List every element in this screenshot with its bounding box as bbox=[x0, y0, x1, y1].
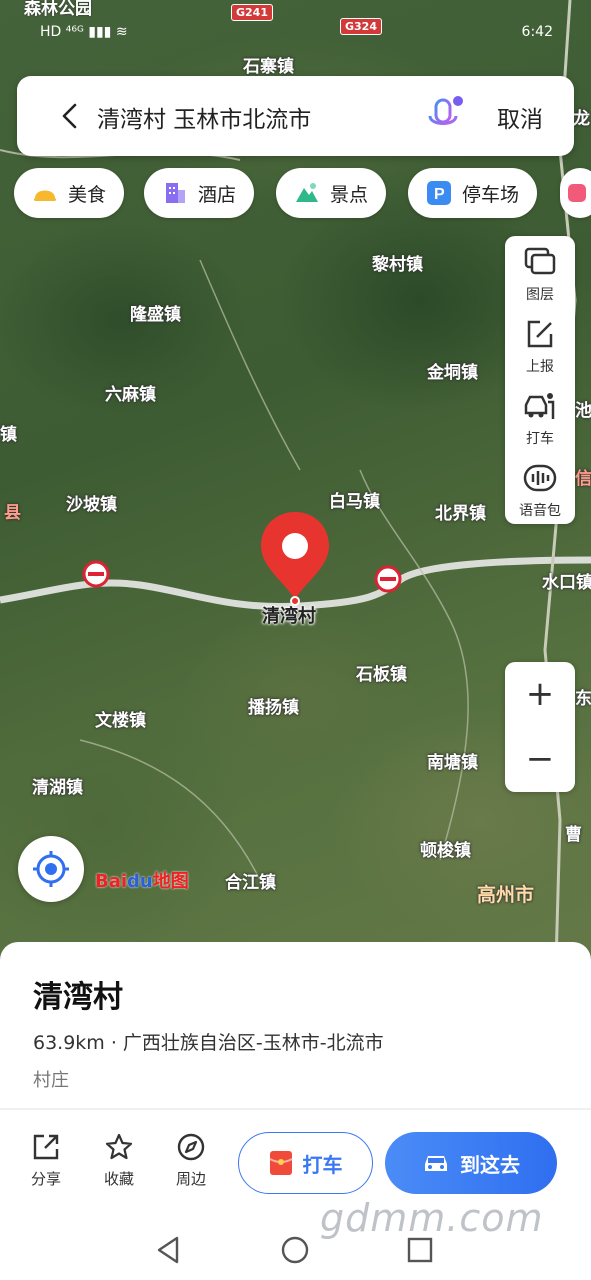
place-label[interactable]: 金垌镇 bbox=[427, 358, 478, 383]
cancel-button[interactable]: 取消 bbox=[497, 100, 543, 134]
place-label[interactable]: 六麻镇 bbox=[105, 380, 156, 405]
report-button[interactable]: 上报 bbox=[505, 308, 575, 380]
chip-label: 景点 bbox=[330, 183, 369, 206]
nav-back-icon[interactable] bbox=[153, 1234, 185, 1266]
go-label: 到这去 bbox=[460, 1152, 520, 1177]
action-bar: 分享 收藏 周边 打车 到这去 bbox=[0, 1132, 591, 1202]
chip-label: 美食 bbox=[68, 183, 107, 206]
star-icon bbox=[105, 1133, 133, 1160]
place-label[interactable]: 高州市 bbox=[477, 880, 534, 907]
place-label[interactable]: 曹 bbox=[565, 820, 582, 845]
place-label[interactable]: 信宜 bbox=[575, 464, 591, 489]
place-label[interactable]: 水口镇 bbox=[542, 568, 591, 593]
report-icon bbox=[527, 320, 553, 348]
place-label[interactable]: 文楼镇 bbox=[95, 706, 146, 731]
place-label[interactable]: 北界镇 bbox=[435, 499, 486, 524]
chip-label: 停车场 bbox=[462, 183, 520, 206]
share-icon bbox=[33, 1134, 59, 1160]
place-label[interactable]: 隆盛镇 bbox=[130, 300, 181, 325]
chip-scenic[interactable]: 景点 bbox=[276, 168, 387, 218]
tool-label: 语音包 bbox=[519, 503, 561, 519]
action-label: 分享 bbox=[30, 1170, 61, 1188]
voice-pack-button[interactable]: 语音包 bbox=[505, 452, 575, 524]
zoom-control: + − bbox=[505, 662, 575, 792]
zoom-in-button[interactable]: + bbox=[505, 662, 575, 727]
share-button[interactable]: 分享 bbox=[16, 1132, 76, 1189]
action-label: 周边 bbox=[175, 1170, 206, 1188]
action-label: 收藏 bbox=[103, 1170, 134, 1188]
divider bbox=[0, 1108, 591, 1110]
place-label[interactable]: 石寨镇 bbox=[243, 52, 294, 77]
taxi-tool-button[interactable]: 打车 bbox=[505, 380, 575, 452]
nav-home-icon[interactable] bbox=[279, 1234, 311, 1266]
nav-recents-icon[interactable] bbox=[404, 1234, 436, 1266]
car-icon bbox=[425, 1156, 447, 1171]
chip-parking[interactable]: P 停车场 bbox=[408, 168, 538, 218]
svg-text:P: P bbox=[434, 186, 445, 203]
taxi-button[interactable]: 打车 bbox=[238, 1132, 373, 1194]
parking-icon: P bbox=[427, 181, 451, 205]
place-label[interactable]: 黎村镇 bbox=[372, 250, 423, 275]
food-icon bbox=[34, 190, 56, 201]
place-label[interactable]: 清湖镇 bbox=[32, 773, 83, 798]
place-label[interactable]: 池 bbox=[575, 396, 591, 421]
place-label[interactable]: 东 bbox=[575, 684, 591, 709]
more-category-icon bbox=[568, 184, 586, 202]
place-label[interactable]: 石板镇 bbox=[356, 660, 407, 685]
hotel-icon bbox=[166, 183, 185, 203]
go-here-button[interactable]: 到这去 bbox=[385, 1132, 557, 1194]
place-label[interactable]: 县 bbox=[4, 498, 21, 523]
search-bar: 清湾村 玉林市北流市 取消 bbox=[17, 76, 574, 156]
logo-text: 地图 bbox=[152, 871, 189, 892]
category-chips: 美食 酒店 景点 P 停车场 bbox=[0, 168, 591, 218]
taxi-icon bbox=[524, 393, 555, 419]
baidu-map-logo: Baidu地图 bbox=[95, 867, 189, 893]
place-label[interactable]: 沙坡镇 bbox=[66, 490, 117, 515]
red-packet-icon bbox=[269, 1151, 292, 1175]
logo-text: Bai bbox=[95, 871, 128, 892]
place-title: 清湾村 bbox=[33, 980, 123, 1015]
chip-food[interactable]: 美食 bbox=[14, 168, 125, 218]
tool-label: 打车 bbox=[526, 431, 554, 447]
system-nav-bar bbox=[0, 1220, 591, 1280]
place-label[interactable]: 镇 bbox=[0, 420, 17, 445]
chip-hotel[interactable]: 酒店 bbox=[144, 168, 255, 218]
location-pin-icon[interactable] bbox=[259, 510, 331, 606]
place-label[interactable]: 顿梭镇 bbox=[420, 836, 471, 861]
place-distance-address: 63.9km · 广西壮族自治区-玉林市-北流市 bbox=[33, 1032, 384, 1054]
highway-shield: G241 bbox=[231, 4, 273, 21]
place-label[interactable]: 龙 bbox=[573, 104, 590, 129]
scenic-icon bbox=[296, 183, 318, 202]
back-arrow-icon[interactable] bbox=[55, 100, 87, 132]
search-input[interactable]: 清湾村 玉林市北流市 bbox=[97, 100, 311, 134]
microphone-icon[interactable] bbox=[425, 94, 465, 138]
marker-label[interactable]: 清湾村 bbox=[262, 602, 316, 628]
signal-indicators: HD ⁴⁶ᴳ ▮▮▮ ≋ bbox=[40, 24, 128, 40]
layers-icon bbox=[524, 247, 556, 275]
layers-button[interactable]: 图层 bbox=[505, 236, 575, 308]
status-bar: HD ⁴⁶ᴳ ▮▮▮ ≋ 6:42 bbox=[0, 20, 591, 48]
place-label[interactable]: 南塘镇 bbox=[427, 748, 478, 773]
tool-label: 上报 bbox=[526, 359, 554, 375]
nearby-button[interactable]: 周边 bbox=[161, 1132, 221, 1189]
tool-label: 图层 bbox=[526, 287, 554, 303]
taxi-label: 打车 bbox=[302, 1152, 343, 1177]
map-tools-panel: 图层 上报 打车 语音包 bbox=[505, 236, 575, 524]
voice-pack-icon bbox=[523, 464, 557, 492]
clock: 6:42 bbox=[521, 24, 553, 40]
top-place-fragment: 森林公园 bbox=[24, 0, 92, 19]
place-label[interactable]: 播扬镇 bbox=[248, 693, 299, 718]
favorite-button[interactable]: 收藏 bbox=[89, 1132, 149, 1189]
zoom-out-button[interactable]: − bbox=[505, 727, 575, 792]
chip-more[interactable] bbox=[560, 168, 591, 218]
place-label[interactable]: 合江镇 bbox=[225, 868, 276, 893]
place-label[interactable]: 白马镇 bbox=[329, 487, 380, 512]
logo-text: du bbox=[127, 871, 153, 892]
crosshair-icon bbox=[33, 851, 69, 887]
chip-label: 酒店 bbox=[198, 183, 237, 206]
compass-icon bbox=[177, 1133, 205, 1161]
place-type: 村庄 bbox=[33, 1070, 69, 1091]
locate-button[interactable] bbox=[18, 836, 84, 902]
